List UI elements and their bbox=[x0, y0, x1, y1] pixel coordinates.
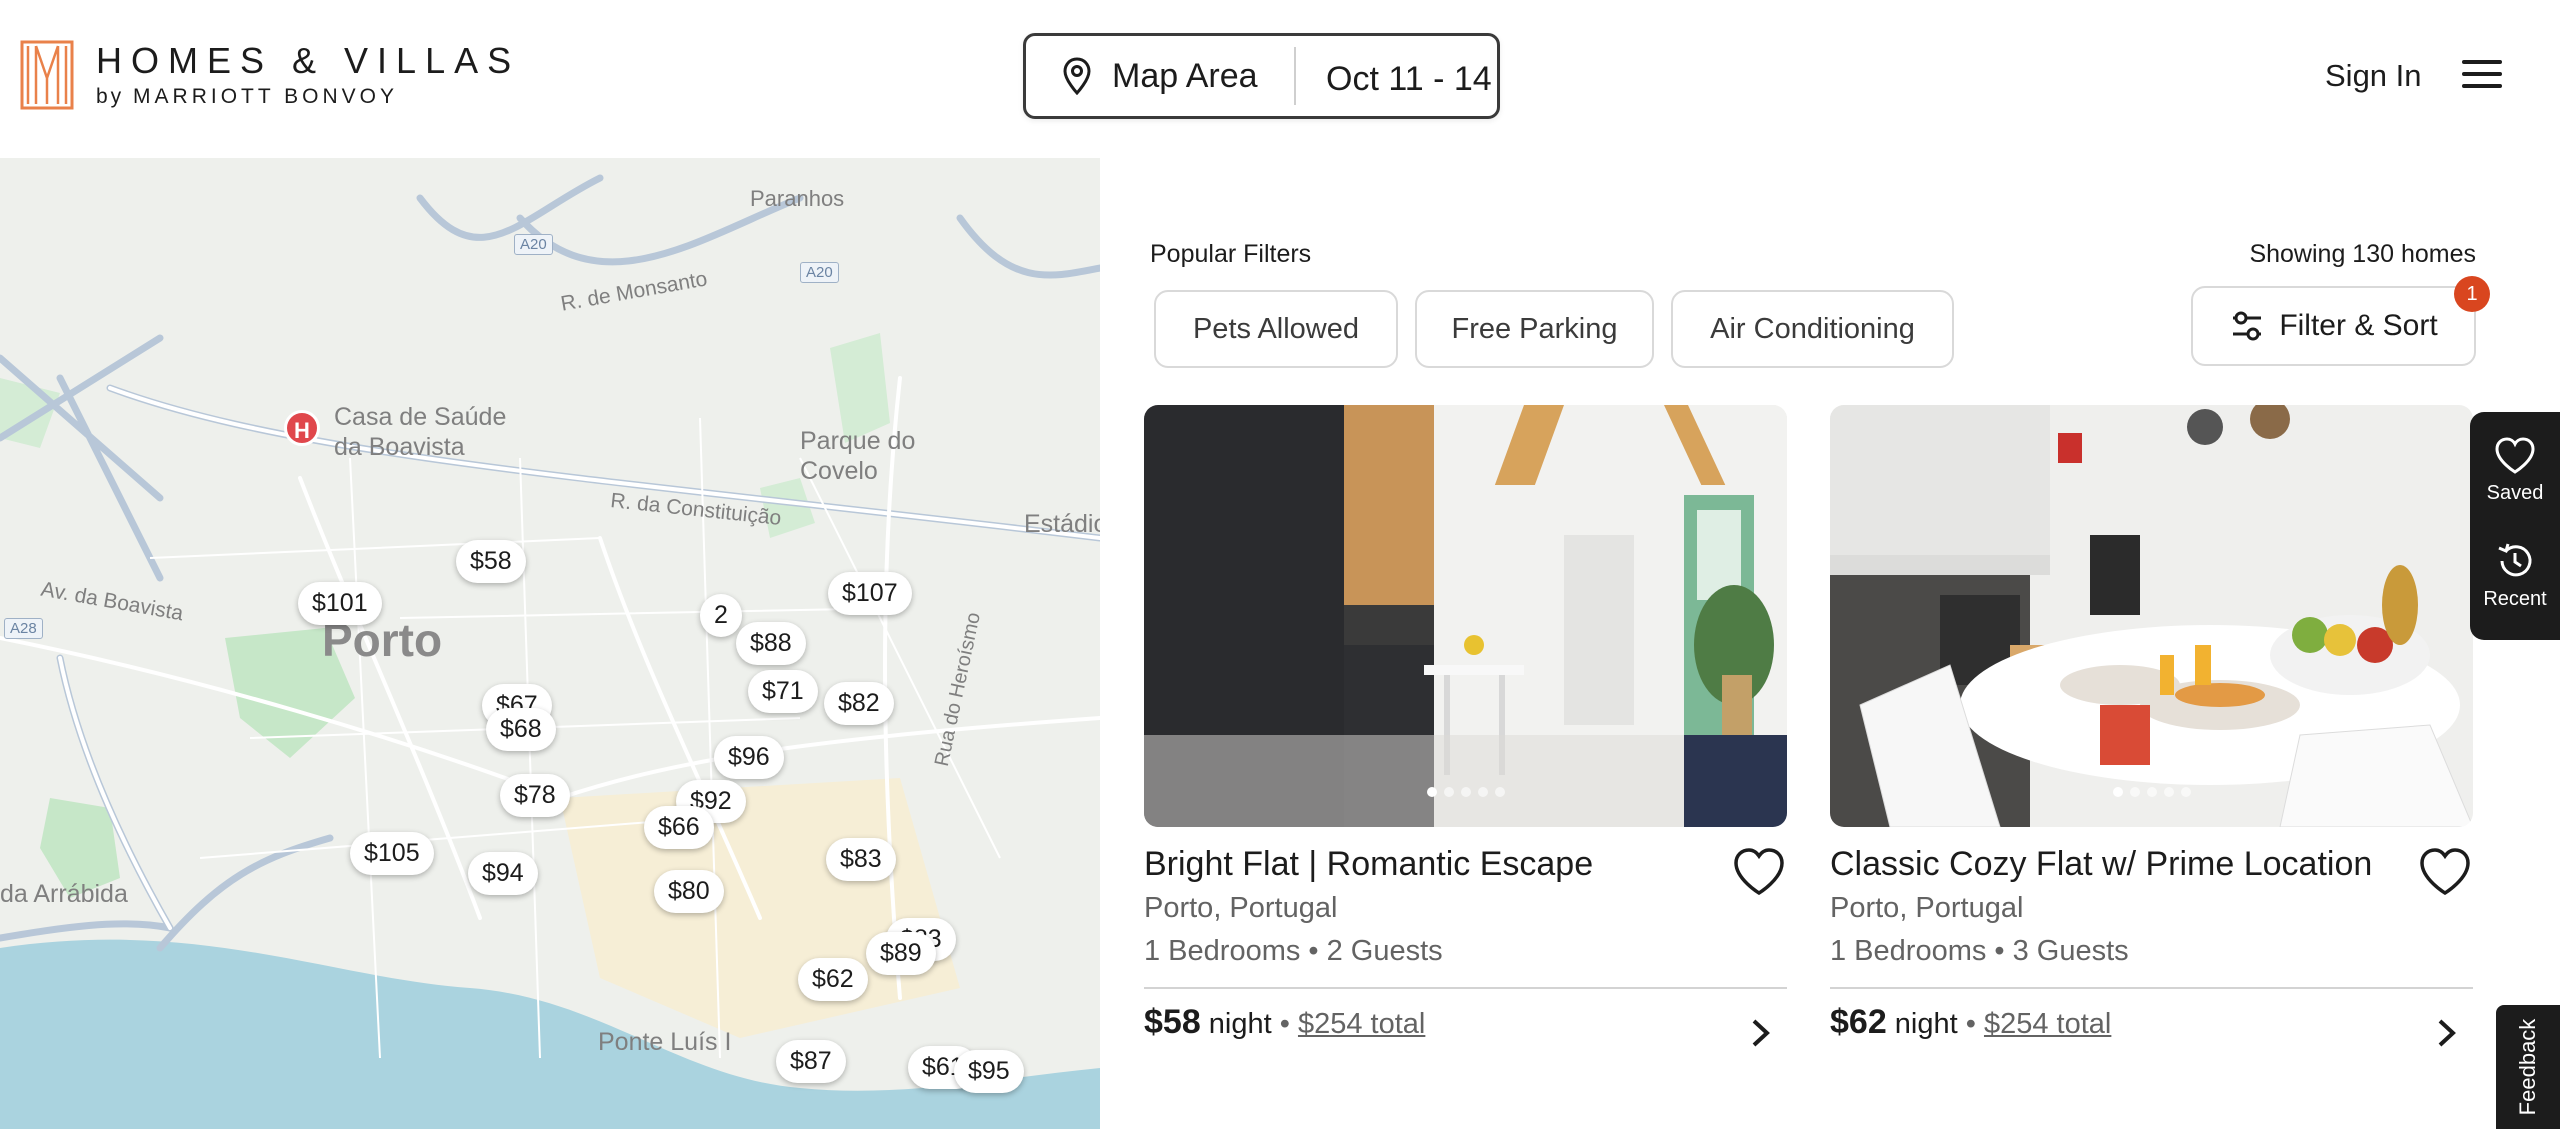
total-price-link[interactable]: $254 total bbox=[1984, 1008, 2111, 1040]
feedback-label: Feedback bbox=[2515, 1018, 2540, 1116]
card-divider bbox=[1830, 987, 2473, 989]
brand-sub-prefix: by bbox=[96, 85, 125, 108]
saved-label: Saved bbox=[2486, 482, 2544, 504]
map-view[interactable]: A20 A20 A28 Casa de Saúde da Boavista Pa… bbox=[0, 158, 1100, 1129]
sliders-icon bbox=[2233, 311, 2262, 341]
map-label-district: Paranhos bbox=[750, 186, 845, 211]
chevron-right-icon[interactable] bbox=[1749, 1015, 1773, 1051]
map-price-pin[interactable]: $89 bbox=[866, 932, 936, 975]
kitchen-photo-illustration bbox=[1144, 405, 1787, 827]
results-panel: Popular Filters Showing 130 homes Pets A… bbox=[1100, 194, 2516, 1129]
map-price-pin[interactable]: $95 bbox=[954, 1050, 1024, 1093]
map-area-field[interactable]: Map Area bbox=[1026, 47, 1296, 105]
road-badge-a28: A28 bbox=[4, 618, 43, 639]
popular-filters-label: Popular Filters bbox=[1150, 240, 1312, 268]
filter-chip-pets-allowed[interactable]: Pets Allowed bbox=[1154, 290, 1398, 368]
card-divider bbox=[1144, 987, 1787, 989]
logo-mark-icon bbox=[20, 40, 74, 110]
map-price-pin[interactable]: $105 bbox=[350, 832, 434, 875]
listing-location: Porto, Portugal bbox=[1830, 892, 2024, 924]
search-bar[interactable]: Map Area Oct 11 - 14 bbox=[1023, 33, 1500, 119]
listing-title[interactable]: Bright Flat | Romantic Escape bbox=[1144, 845, 1593, 884]
heart-icon[interactable] bbox=[1731, 845, 1787, 901]
map-price-pin[interactable]: $68 bbox=[486, 708, 556, 751]
listing-card[interactable]: Classic Cozy Flat w/ Prime Location Port… bbox=[1830, 405, 2473, 1047]
map-label-hospital: Casa de Saúde da Boavista bbox=[334, 403, 507, 461]
filter-chip-air-conditioning[interactable]: Air Conditioning bbox=[1671, 290, 1954, 368]
map-price-pin[interactable]: $87 bbox=[776, 1040, 846, 1083]
map-label-park: Parque do Covelo bbox=[800, 427, 916, 485]
road-badge-a20: A20 bbox=[514, 234, 553, 255]
listing-title[interactable]: Classic Cozy Flat w/ Prime Location bbox=[1830, 845, 2372, 884]
recent-button[interactable]: Recent bbox=[2470, 540, 2560, 611]
location-pin-icon bbox=[1063, 57, 1091, 95]
map-price-pin[interactable]: $66 bbox=[644, 806, 714, 849]
road-badge-a20: A20 bbox=[800, 262, 839, 283]
history-icon bbox=[2498, 543, 2532, 577]
map-price-pin[interactable]: $83 bbox=[826, 838, 896, 881]
map-price-pin[interactable]: $101 bbox=[298, 582, 382, 625]
map-price-pin[interactable]: $58 bbox=[456, 540, 526, 583]
map-price-pin[interactable]: $78 bbox=[500, 774, 570, 817]
chevron-right-icon[interactable] bbox=[2435, 1015, 2459, 1051]
filter-count-badge: 1 bbox=[2454, 276, 2490, 312]
map-cluster-pin[interactable]: 2 bbox=[700, 594, 742, 637]
listing-location: Porto, Portugal bbox=[1144, 892, 1338, 924]
filter-sort-label: Filter & Sort bbox=[2279, 309, 2438, 342]
map-price-pin[interactable]: $62 bbox=[798, 958, 868, 1001]
brand-sub-name: MARRIOTT BONVOY bbox=[133, 85, 398, 108]
map-label-bridge: Ponte Luís I bbox=[598, 1028, 732, 1056]
map-price-pin[interactable]: $82 bbox=[824, 682, 894, 725]
map-price-pin[interactable]: $80 bbox=[654, 870, 724, 913]
dining-photo-illustration bbox=[1830, 405, 2473, 827]
hamburger-menu-icon[interactable] bbox=[2462, 60, 2502, 92]
heart-icon bbox=[2495, 437, 2535, 474]
feedback-tab[interactable]: Feedback bbox=[2496, 1005, 2560, 1129]
heart-icon[interactable] bbox=[2417, 845, 2473, 901]
listing-card[interactable]: Bright Flat | Romantic Escape Porto, Por… bbox=[1144, 405, 1787, 1047]
map-price-pin[interactable]: $107 bbox=[828, 572, 912, 615]
map-price-pin[interactable]: $71 bbox=[748, 670, 818, 713]
sign-in-link[interactable]: Sign In bbox=[2325, 58, 2422, 94]
listing-photo[interactable] bbox=[1144, 405, 1787, 827]
top-header: HOMES & VILLAS by MARRIOTT BONVOY Map Ar… bbox=[0, 0, 2560, 158]
price-unit: night bbox=[1894, 1008, 1958, 1040]
map-label-district: da Arrábida bbox=[0, 880, 128, 908]
date-range-field[interactable]: Oct 11 - 14 bbox=[1326, 60, 1492, 99]
nightly-price: $58 bbox=[1144, 1003, 1201, 1041]
price-unit: night bbox=[1208, 1008, 1272, 1040]
price-separator: • bbox=[1279, 1008, 1290, 1040]
total-price-link[interactable]: $254 total bbox=[1298, 1008, 1425, 1040]
listing-details: 1 Bedrooms • 2 Guests bbox=[1144, 935, 1443, 967]
map-price-pin[interactable]: $94 bbox=[468, 852, 538, 895]
photo-carousel-dots[interactable] bbox=[2112, 787, 2191, 797]
saved-recent-toolbar: Saved Recent bbox=[2470, 412, 2560, 640]
brand-subtitle: by MARRIOTT BONVOY bbox=[96, 85, 520, 109]
listing-photo[interactable] bbox=[1830, 405, 2473, 827]
map-base bbox=[0, 158, 1100, 1129]
listing-price: $62 night • $254 total bbox=[1830, 1003, 2111, 1042]
hospital-icon: H bbox=[284, 410, 320, 446]
listing-price: $58 night • $254 total bbox=[1144, 1003, 1425, 1042]
listing-details: 1 Bedrooms • 3 Guests bbox=[1830, 935, 2129, 967]
filter-chip-free-parking[interactable]: Free Parking bbox=[1415, 290, 1654, 368]
recent-label: Recent bbox=[2483, 588, 2547, 610]
homes-villas-logo[interactable]: HOMES & VILLAS by MARRIOTT BONVOY bbox=[20, 40, 520, 110]
saved-button[interactable]: Saved bbox=[2470, 436, 2560, 505]
results-count: Showing 130 homes bbox=[2249, 240, 2476, 268]
map-area-label: Map Area bbox=[1112, 56, 1258, 95]
filter-sort-button[interactable]: Filter & Sort bbox=[2191, 286, 2476, 366]
map-price-pin[interactable]: $88 bbox=[736, 622, 806, 665]
brand-title: HOMES & VILLAS bbox=[96, 40, 521, 81]
map-price-pin[interactable]: $96 bbox=[714, 736, 784, 779]
photo-carousel-dots[interactable] bbox=[1426, 787, 1505, 797]
price-separator: • bbox=[1965, 1008, 1976, 1040]
nightly-price: $62 bbox=[1830, 1003, 1887, 1041]
map-label-stadium: Estádio bbox=[1024, 510, 1100, 538]
